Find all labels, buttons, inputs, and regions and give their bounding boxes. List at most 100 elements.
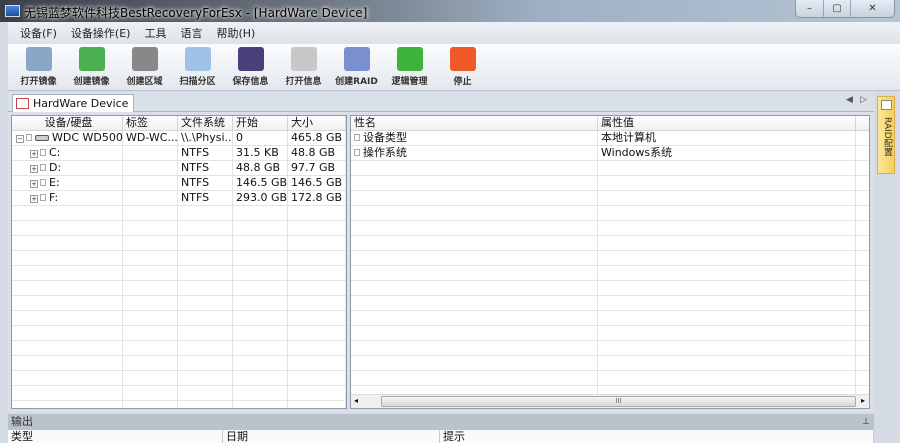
menu-tools[interactable]: 工具 — [144, 25, 166, 41]
app-icon — [5, 5, 20, 17]
table-cell — [351, 341, 598, 355]
toolbar-button-5[interactable]: 打开信息 — [277, 44, 330, 90]
table-row[interactable] — [351, 236, 869, 251]
table-row[interactable] — [12, 296, 346, 311]
table-cell — [351, 176, 598, 190]
tab-hardware-device[interactable]: HardWare Device — [12, 94, 135, 112]
maximize-button[interactable]: ▢ — [823, 0, 850, 17]
table-row[interactable] — [12, 386, 346, 401]
table-cell — [12, 386, 123, 400]
table-row[interactable] — [351, 206, 869, 221]
table-cell — [288, 311, 346, 325]
table-row[interactable] — [351, 296, 869, 311]
column-header[interactable]: 性名 — [351, 116, 598, 130]
table-row[interactable] — [351, 221, 869, 236]
cell-text: NTFS — [181, 146, 210, 159]
table-row[interactable] — [351, 176, 869, 191]
table-row[interactable] — [12, 401, 346, 408]
table-row[interactable] — [351, 251, 869, 266]
menu-device[interactable]: 设备(F) — [20, 25, 57, 41]
table-row[interactable] — [351, 326, 869, 341]
table-row[interactable]: + C: NTFS 31.5 KB 48.8 GB — [12, 146, 346, 161]
horizontal-scrollbar[interactable]: ◂ III ▸ — [351, 394, 869, 408]
column-header[interactable]: 属性值 — [598, 116, 856, 130]
scroll-left-icon[interactable]: ◀ — [846, 95, 853, 105]
toolbar-button-1[interactable]: 创建镜像 — [65, 44, 118, 90]
output-col-date[interactable]: 日期 — [223, 430, 440, 443]
expand-icon[interactable]: + — [30, 180, 38, 188]
table-cell — [178, 296, 233, 310]
table-row[interactable] — [351, 356, 869, 371]
table-row[interactable] — [351, 311, 869, 326]
table-row[interactable] — [351, 371, 869, 386]
table-cell — [178, 206, 233, 220]
table-cell: 146.5 GB — [288, 176, 346, 190]
output-col-hint[interactable]: 提示 — [440, 430, 874, 443]
expand-icon[interactable]: + — [30, 195, 38, 203]
table-cell — [12, 296, 123, 310]
toolbar-button-3[interactable]: 扫描分区 — [171, 44, 224, 90]
toolbar-button-0[interactable]: 打开镜像 — [12, 44, 65, 90]
table-row[interactable]: + D: NTFS 48.8 GB 97.7 GB — [12, 161, 346, 176]
column-header[interactable]: 大小 — [288, 116, 346, 130]
table-row[interactable]: 设备类型 本地计算机 — [351, 131, 869, 146]
table-row[interactable]: + F: NTFS 293.0 GB 172.8 GB — [12, 191, 346, 206]
table-row[interactable] — [12, 311, 346, 326]
table-row[interactable] — [351, 341, 869, 356]
pin-icon[interactable]: ⊥ — [862, 414, 870, 430]
scroll-right-icon[interactable]: ▷ — [860, 95, 867, 105]
output-col-type[interactable]: 类型 — [8, 430, 223, 443]
scroll-right-arrow-icon[interactable]: ▸ — [861, 396, 865, 405]
toolbar-button-2[interactable]: 创建区域 — [118, 44, 171, 90]
table-row[interactable] — [12, 221, 346, 236]
toolbar-button-8[interactable]: 停止 — [436, 44, 489, 90]
table-cell — [856, 356, 869, 370]
table-cell — [233, 296, 288, 310]
table-row[interactable] — [12, 251, 346, 266]
table-row[interactable] — [12, 326, 346, 341]
column-header[interactable]: 设备/硬盘 — [12, 116, 123, 130]
output-panel: 输出 ⊥ 类型 日期 提示 — [8, 414, 874, 443]
table-row[interactable]: 操作系统 Windows系统 — [351, 146, 869, 161]
property-table-header: 性名 属性值 — [351, 116, 869, 131]
table-row[interactable] — [12, 281, 346, 296]
close-button[interactable]: ✕ — [850, 0, 894, 17]
table-row[interactable] — [351, 161, 869, 176]
table-cell — [178, 371, 233, 385]
table-cell — [12, 401, 123, 408]
toolbar-button-7[interactable]: 逻辑管理 — [383, 44, 436, 90]
scroll-left-arrow-icon[interactable]: ◂ — [354, 396, 358, 405]
table-row[interactable] — [12, 236, 346, 251]
toolbar-button-4[interactable]: 保存信息 — [224, 44, 277, 90]
table-row[interactable]: + E: NTFS 146.5 GB 146.5 GB — [12, 176, 346, 191]
table-row[interactable] — [351, 191, 869, 206]
menu-language[interactable]: 语言 — [180, 25, 202, 41]
table-row[interactable] — [12, 206, 346, 221]
minimize-button[interactable]: – — [796, 0, 823, 17]
table-cell — [233, 356, 288, 370]
expand-icon[interactable]: + — [30, 150, 38, 158]
menu-help[interactable]: 帮助(H) — [216, 25, 255, 41]
table-row[interactable] — [351, 281, 869, 296]
column-header[interactable]: 开始 — [233, 116, 288, 130]
menu-device-ops[interactable]: 设备操作(E) — [71, 25, 131, 41]
table-row[interactable]: − WDC WD500...WD-WC...\\.\Physi...0 465.8 … — [12, 131, 346, 146]
expand-icon[interactable]: − — [16, 135, 24, 143]
column-header[interactable] — [856, 116, 869, 130]
expand-icon[interactable]: + — [30, 165, 38, 173]
table-cell — [351, 191, 598, 205]
raid-config-side-tab[interactable]: RAID配置 — [877, 96, 895, 174]
table-row[interactable] — [12, 371, 346, 386]
table-cell — [598, 326, 856, 340]
column-header[interactable]: 文件系统 — [178, 116, 233, 130]
table-row[interactable] — [12, 356, 346, 371]
toolbar-button-6[interactable]: 创建RAID — [330, 44, 383, 90]
table-cell: WD-WC... — [123, 131, 178, 145]
table-row[interactable] — [12, 266, 346, 281]
column-header[interactable]: 标签 — [123, 116, 178, 130]
scrollbar-thumb[interactable]: III — [381, 396, 856, 407]
table-row[interactable] — [351, 266, 869, 281]
toolbar: 打开镜像 创建镜像 创建区域 扫描分区 保存信息 打开信息 创建RAID 逻辑管理 停止 — [8, 44, 900, 91]
table-row[interactable] — [12, 341, 346, 356]
table-cell — [598, 161, 856, 175]
